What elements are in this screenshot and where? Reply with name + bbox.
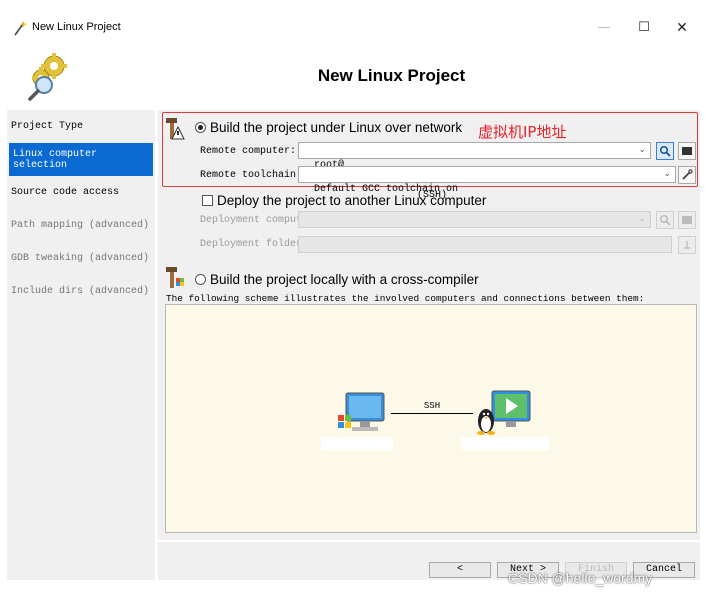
remote-computer-select[interactable]: root@ (SSH) ⌄	[298, 142, 651, 201]
step-linux-computer-selection[interactable]: Linux computer selection	[9, 143, 153, 176]
deployment-computer-select: ⌄	[298, 211, 651, 228]
remote-toolchain-label: Remote toolchain:	[200, 170, 303, 181]
cross-compiler-label[interactable]: Build the project locally with a cross-c…	[210, 272, 479, 287]
chevron-down-icon: ⌄	[638, 214, 646, 224]
open-terminal-button[interactable]	[678, 142, 696, 160]
step-include-dirs: Include dirs (advanced)	[11, 286, 150, 297]
chevron-down-icon: ⌄	[638, 145, 646, 155]
scheme-caption: The following scheme illustrates the inv…	[166, 293, 645, 304]
deploy-label[interactable]: Deploy the project to another Linux comp…	[217, 193, 486, 208]
browse-folder-button	[678, 236, 696, 254]
remote-host-name-box	[461, 437, 549, 450]
step-project-type[interactable]: Project Type	[7, 110, 155, 143]
connection-diagram: SSH	[165, 304, 697, 533]
deployment-folder-input	[298, 236, 672, 253]
terminal-icon	[682, 216, 692, 224]
vm-ip-annotation: 虚拟机IP地址	[478, 123, 567, 141]
search-icon	[659, 214, 671, 226]
deployment-folder-label: Deployment folder:	[200, 239, 309, 250]
network-build-label[interactable]: Build the project under Linux over netwo…	[210, 120, 462, 135]
windows-computer-icon	[338, 392, 385, 431]
terminal-icon	[682, 147, 692, 155]
close-button[interactable]: ✕	[668, 14, 696, 42]
csdn-watermark: CSDN @hello_wordmy	[508, 570, 653, 586]
deploy-checkbox[interactable]	[202, 195, 213, 206]
window-title: New Linux Project	[32, 21, 121, 33]
chevron-down-icon: ⌄	[663, 169, 671, 179]
step-gdb-tweaking: GDB tweaking (advanced)	[11, 253, 150, 264]
linux-computer-icon	[477, 390, 531, 435]
back-button[interactable]: <	[429, 562, 491, 578]
step-path-mapping: Path mapping (advanced)	[11, 220, 150, 231]
window-titlebar: New Linux Project — ☐ ✕	[0, 0, 708, 56]
deployment-terminal-button	[678, 211, 696, 229]
folder-browse-icon	[684, 241, 690, 249]
redaction-mask	[435, 168, 523, 181]
maximize-button[interactable]: ☐	[630, 14, 658, 42]
ssh-connection-label: SSH	[423, 401, 441, 411]
wizard-steps-sidebar: Project Type Linux computer selection So…	[7, 110, 155, 580]
cross-compiler-hammer-icon	[166, 267, 184, 288]
minimize-button[interactable]: —	[590, 14, 618, 42]
connection-line	[391, 413, 473, 414]
remote-computer-label: Remote computer:	[200, 146, 297, 157]
step-source-code-access[interactable]: Source code access	[7, 176, 155, 209]
search-deployment-button	[656, 211, 674, 229]
search-icon	[659, 145, 671, 157]
local-host-name-box	[321, 437, 393, 450]
wrench-icon	[682, 169, 693, 180]
cross-compiler-radio[interactable]	[195, 274, 206, 285]
search-computer-button[interactable]	[656, 142, 674, 160]
redaction-mask	[337, 144, 413, 157]
build-hammer-icon	[166, 118, 185, 140]
edit-toolchain-button[interactable]	[678, 166, 696, 184]
network-build-radio[interactable]	[195, 122, 206, 133]
wizard-title: New Linux Project	[317, 66, 466, 85]
remote-toolchain-select[interactable]: Default GCC toolchain on ⌄	[298, 166, 676, 195]
app-wand-icon	[14, 21, 27, 36]
